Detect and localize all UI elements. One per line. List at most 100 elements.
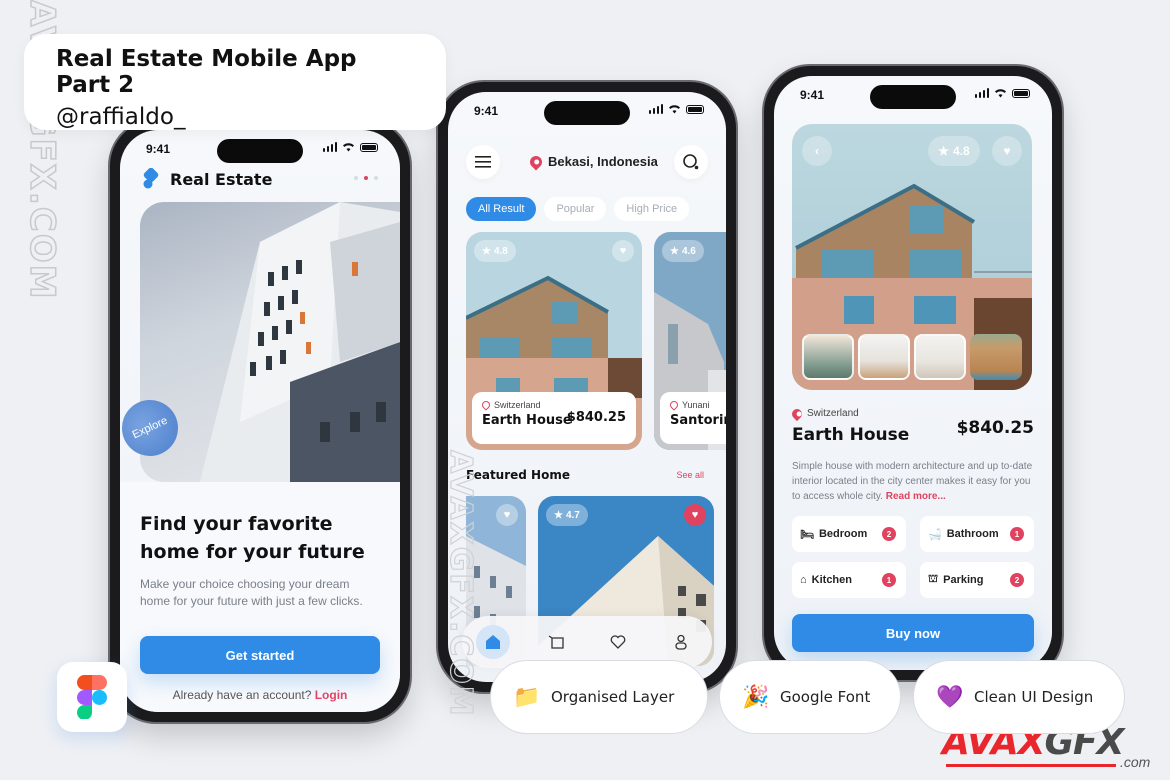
signal-icon	[974, 88, 989, 98]
login-prompt: Already have an account? Login	[140, 688, 380, 702]
thumbnail-kitchen[interactable]	[914, 334, 966, 380]
title: Real Estate Mobile App Part 2	[56, 46, 357, 98]
buy-now-button[interactable]: Buy now	[792, 614, 1034, 652]
page-indicator	[354, 176, 378, 180]
feature-parking: ⛫ Parking 2	[920, 562, 1034, 598]
favorite-button[interactable]: ♥	[992, 136, 1022, 166]
location-pin-icon	[789, 406, 805, 421]
pill-organised-layer: 📁 Organised Layer	[490, 660, 708, 734]
location-pin-icon	[527, 153, 545, 170]
location-label: Bekasi, Indonesia	[548, 154, 658, 169]
listing-price: $840.25	[566, 410, 626, 425]
thumbnail-bedroom[interactable]	[802, 334, 854, 380]
location-pin-icon	[668, 399, 680, 411]
rating-value: 4.6	[681, 245, 696, 257]
login-link[interactable]: Login	[315, 688, 348, 702]
chevron-left-icon: ‹	[815, 144, 819, 158]
country-text: Switzerland	[807, 408, 859, 419]
listing-card[interactable]: ★ 4.8 ♥ Switzerland Earth House $840.25	[466, 232, 642, 450]
see-all-link[interactable]: See all	[676, 470, 704, 480]
kitchen-icon: ⌂	[800, 574, 807, 586]
tab-home[interactable]	[476, 625, 511, 659]
feature-count: 2	[1010, 573, 1024, 587]
tab-profile[interactable]	[664, 625, 698, 659]
bath-icon: 🛁	[928, 528, 942, 541]
rating-badge: ★ 4.8	[928, 136, 980, 166]
parking-icon: ⛫	[928, 573, 939, 585]
page-dot[interactable]	[374, 176, 378, 180]
thumbnail-exterior[interactable]	[970, 334, 1022, 380]
status-time: 9:41	[800, 88, 825, 102]
feature-kitchen: ⌂ Kitchen 1	[792, 562, 906, 598]
star-icon: ★	[482, 245, 491, 257]
signal-icon	[322, 142, 337, 152]
pill-label: Google Font	[780, 688, 871, 706]
status-bar: 9:41	[774, 76, 1052, 112]
dynamic-island	[870, 85, 956, 109]
battery-icon	[360, 142, 378, 152]
property-hero: ‹ ★ 4.8 ♥	[792, 124, 1032, 390]
dynamic-island	[544, 101, 630, 125]
page-dot[interactable]	[354, 176, 358, 180]
headline: Find your favorite home for your future	[140, 510, 380, 566]
listing-info: Switzerland Earth House $840.25	[472, 392, 636, 444]
figma-logo-tile	[57, 662, 127, 732]
listing-name: Santorini	[670, 413, 726, 428]
rating-value: 4.8	[953, 144, 970, 158]
country-text: Switzerland	[494, 400, 541, 410]
page-dot-active[interactable]	[364, 176, 368, 180]
status-bar: 9:41	[120, 130, 400, 166]
thumbnail-bathroom[interactable]	[858, 334, 910, 380]
logo-icon	[143, 168, 159, 189]
tab-favorites[interactable]	[601, 625, 635, 659]
headline-line-2: home for your future	[140, 541, 365, 563]
feature-count: 1	[882, 573, 896, 587]
watermark-vertical-mid: AVAXGFX.COM	[442, 449, 478, 718]
menu-button[interactable]	[466, 145, 500, 179]
wifi-icon	[995, 89, 1006, 98]
title-card: Real Estate Mobile App Part 2 @raffialdo…	[24, 34, 446, 130]
rating-value: 4.7	[565, 509, 580, 521]
feature-label: Kitchen	[811, 574, 852, 586]
featured-title: Featured Home	[466, 468, 570, 482]
headline-line-1: Find your favorite	[140, 513, 333, 535]
feature-label: Bedroom	[818, 528, 868, 540]
pill-clean-ui: 💜 Clean UI Design	[913, 660, 1125, 734]
back-button[interactable]: ‹	[802, 136, 832, 166]
favorite-button[interactable]: ♥	[496, 504, 518, 526]
favorite-button[interactable]: ♥	[612, 240, 634, 262]
brand-domain: .com	[1120, 754, 1151, 770]
filter-high-price[interactable]: High Price	[614, 197, 690, 221]
rating-value: 4.8	[493, 245, 508, 257]
location-selector[interactable]: Bekasi, Indonesia	[527, 153, 658, 170]
home-screen: 9:41 Bekasi, Indonesia All Result Popula…	[448, 92, 726, 682]
pill-label: Clean UI Design	[974, 688, 1094, 706]
filter-popular[interactable]: Popular	[544, 197, 607, 221]
onboarding-subtitle: Make your choice choosing your dream hom…	[140, 577, 363, 608]
onboarding-sheet: Find your favorite home for your future …	[120, 482, 400, 712]
brand-underline	[946, 764, 1116, 767]
gallery-thumbnails	[802, 334, 1022, 380]
feature-label: Bathroom	[946, 528, 999, 540]
star-icon: ★	[554, 509, 563, 521]
rating-badge: ★ 4.6	[662, 240, 704, 262]
status-bar: 9:41	[448, 92, 726, 128]
building-illustration	[200, 202, 400, 482]
search-button[interactable]	[674, 145, 708, 179]
feature-grid: 🛏 Bedroom 2 🛁 Bathroom 1 ⌂ Kitchen 1 ⛫ P…	[792, 516, 1034, 598]
rating-badge: ★ 4.8	[474, 240, 516, 262]
listing-country: Yunani	[668, 399, 726, 411]
get-started-button[interactable]: Get started	[140, 636, 380, 674]
pill-google-font: 🎉 Google Font	[719, 660, 901, 734]
listing-card[interactable]: ★4.6 Yunani Santorini	[654, 232, 726, 450]
property-details: Switzerland Earth House $840.25 Simple h…	[789, 406, 1034, 652]
favorite-button-active[interactable]: ♥	[684, 504, 706, 526]
location-pin-icon	[480, 399, 492, 411]
app-name: Real Estate	[170, 169, 273, 189]
read-more-link[interactable]: Read more...	[886, 491, 946, 502]
filter-all-result[interactable]: All Result	[466, 197, 537, 221]
home-icon	[486, 635, 501, 649]
feature-bedroom: 🛏 Bedroom 2	[792, 516, 906, 552]
tab-cart[interactable]	[539, 625, 573, 659]
pill-label: Organised Layer	[551, 688, 675, 706]
